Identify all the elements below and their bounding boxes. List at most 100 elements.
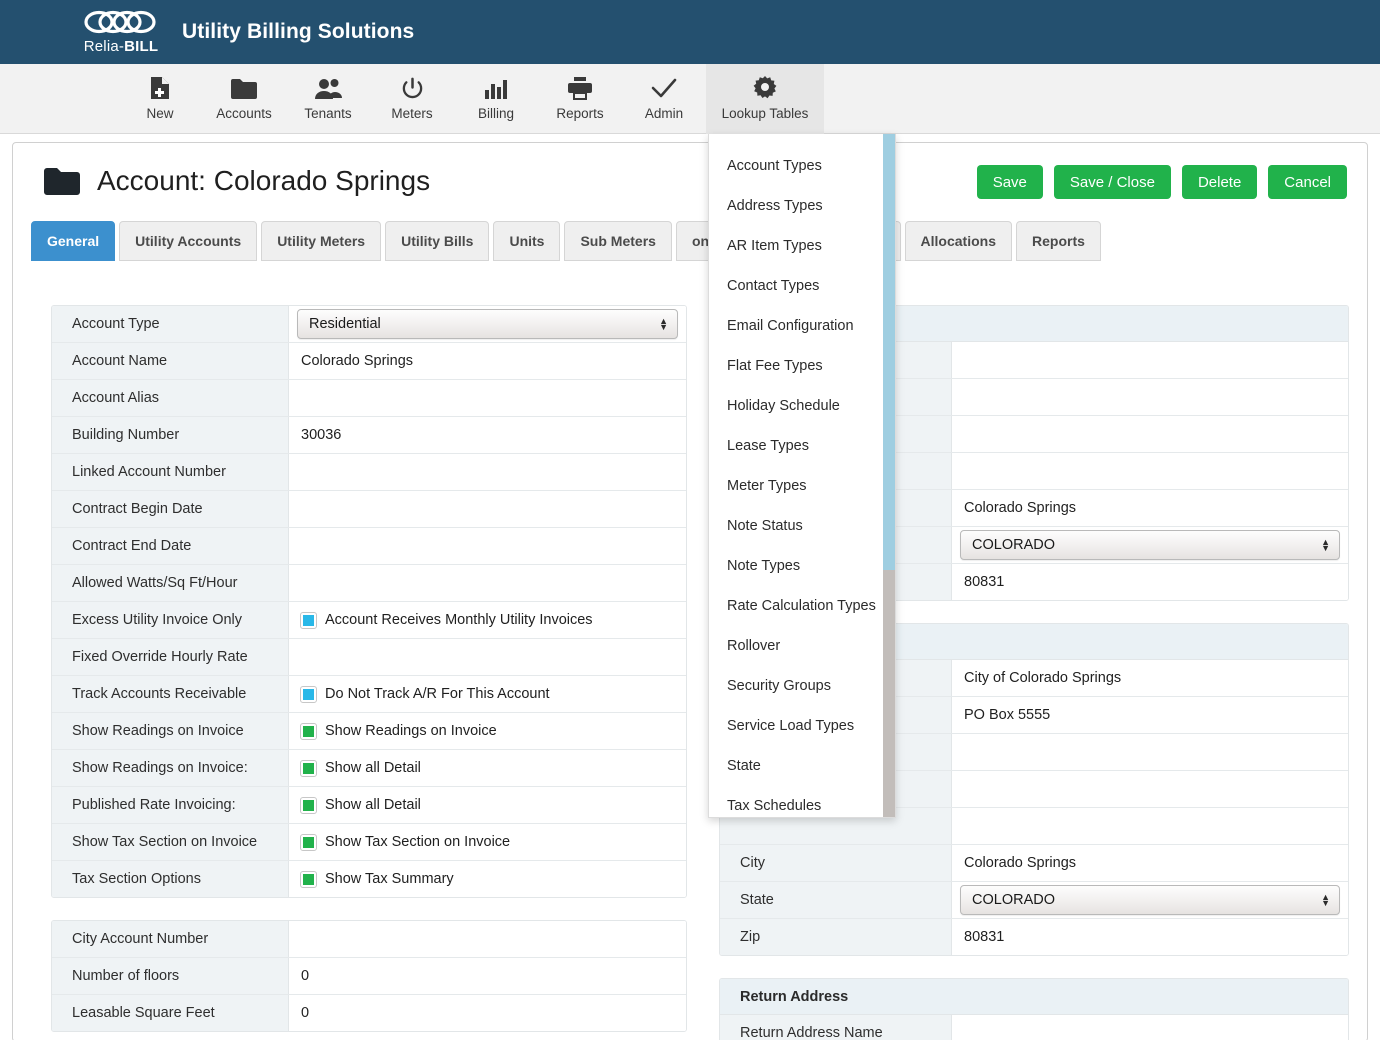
- checkbox-group[interactable]: Show all Detail: [300, 796, 421, 814]
- field-label: Zip: [720, 919, 952, 955]
- form-row: Contract Begin Date: [52, 491, 686, 528]
- field-value-cell: [952, 379, 1348, 415]
- form-row: Allowed Watts/Sq Ft/Hour: [52, 565, 686, 602]
- tab-reports[interactable]: Reports: [1016, 221, 1101, 261]
- checkbox-icon[interactable]: [300, 722, 317, 740]
- menu-item-rollover[interactable]: Rollover: [709, 626, 895, 666]
- checkbox-icon[interactable]: [300, 796, 317, 814]
- save-close-button[interactable]: Save / Close: [1053, 165, 1171, 199]
- tab-allocations[interactable]: Allocations: [904, 221, 1013, 261]
- field-value[interactable]: 0: [301, 1005, 309, 1021]
- field-value[interactable]: Colorado Springs: [301, 353, 413, 369]
- nav-item-new[interactable]: New: [118, 64, 202, 134]
- bar-chart-icon: [485, 76, 507, 100]
- form-row: Return Address Name: [720, 1015, 1348, 1040]
- checkbox-label: Account Receives Monthly Utility Invoice…: [325, 612, 593, 628]
- tab-sub-meters[interactable]: Sub Meters: [564, 221, 672, 261]
- checkbox-icon[interactable]: [300, 833, 317, 851]
- tab-general[interactable]: General: [31, 221, 116, 261]
- delete-button[interactable]: Delete: [1181, 165, 1258, 199]
- field-value-cell: Colorado Springs: [952, 845, 1348, 881]
- menu-item-service-load-types[interactable]: Service Load Types: [709, 706, 895, 746]
- field-value[interactable]: 80831: [964, 929, 1004, 945]
- field-value[interactable]: PO Box 5555: [964, 707, 1050, 723]
- nav-item-admin[interactable]: Admin: [622, 64, 706, 134]
- field-value[interactable]: City of Colorado Springs: [964, 670, 1121, 686]
- dropdown-scrollbar-thumb[interactable]: [883, 134, 895, 570]
- lookup-tables-dropdown[interactable]: Account Types Address Types AR Item Types C…: [708, 134, 896, 818]
- menu-item-security-groups[interactable]: Security Groups: [709, 666, 895, 706]
- checkbox-group[interactable]: Do Not Track A/R For This Account: [300, 685, 550, 703]
- field-value-cell: Residential ▲ ▼: [289, 306, 686, 342]
- account-details-grid: Account Type Residential ▲ ▼ Account Name Col…: [51, 305, 687, 898]
- field-value[interactable]: Colorado Springs: [964, 855, 1076, 871]
- menu-item-rate-calculation-types[interactable]: Rate Calculation Types: [709, 586, 895, 626]
- tab-utility-bills[interactable]: Utility Bills: [385, 221, 490, 261]
- tab-utility-accounts[interactable]: Utility Accounts: [119, 221, 258, 261]
- form-row: Number of floors 0: [52, 958, 686, 995]
- menu-item-address-types[interactable]: Address Types: [709, 186, 895, 226]
- menu-item-holiday-schedule[interactable]: Holiday Schedule: [709, 386, 895, 426]
- checkbox-group[interactable]: Show Tax Summary: [300, 870, 454, 888]
- checkbox-icon[interactable]: [300, 685, 317, 703]
- menu-item-account-types[interactable]: Account Types: [709, 146, 895, 186]
- menu-item-contact-types[interactable]: Contact Types: [709, 266, 895, 306]
- field-value-cell: Colorado Springs: [952, 490, 1348, 526]
- dropdown-scrollbar-track[interactable]: [883, 134, 895, 817]
- form-row: City Account Number: [52, 921, 686, 958]
- field-value-cell: [952, 808, 1348, 844]
- field-value-cell: [952, 771, 1348, 807]
- checkbox-group[interactable]: Show Readings on Invoice: [300, 722, 497, 740]
- menu-item-state[interactable]: State: [709, 746, 895, 786]
- nav-item-meters[interactable]: Meters: [370, 64, 454, 134]
- field-value[interactable]: 0: [301, 968, 309, 984]
- field-value[interactable]: 30036: [301, 427, 341, 443]
- menu-item-note-status[interactable]: Note Status: [709, 506, 895, 546]
- form-row: Show Readings on Invoice Show Readings on…: [52, 713, 686, 750]
- menu-item-flat-fee-types[interactable]: Flat Fee Types: [709, 346, 895, 386]
- field-label: Track Accounts Receivable: [52, 676, 289, 712]
- relia-bill-logo[interactable]: Relia-BILL: [78, 9, 164, 55]
- menu-item-meter-types[interactable]: Meter Types: [709, 466, 895, 506]
- menu-item-note-types[interactable]: Note Types: [709, 546, 895, 586]
- tab-units[interactable]: Units: [493, 221, 561, 261]
- select-control[interactable]: COLORADO ▲ ▼: [960, 885, 1340, 915]
- tab-utility-meters[interactable]: Utility Meters: [261, 221, 382, 261]
- checkbox-icon[interactable]: [300, 870, 317, 888]
- field-label: Allowed Watts/Sq Ft/Hour: [52, 565, 289, 601]
- tab-bar: General Utility Accounts Utility Meters Uti…: [31, 221, 1101, 261]
- nav-item-label: Tenants: [304, 106, 352, 121]
- return-address-grid: Return Address Return Address Name: [719, 978, 1349, 1040]
- field-value-cell: [289, 639, 686, 675]
- menu-item-lease-types[interactable]: Lease Types: [709, 426, 895, 466]
- field-value-cell: [952, 734, 1348, 770]
- field-label: Published Rate Invoicing:: [52, 787, 289, 823]
- nav-item-billing[interactable]: Billing: [454, 64, 538, 134]
- field-value[interactable]: 80831: [964, 574, 1004, 590]
- field-value-cell: Do Not Track A/R For This Account: [289, 676, 686, 712]
- checkbox-label: Show Tax Summary: [325, 871, 454, 887]
- checkbox-icon[interactable]: [300, 611, 317, 629]
- select-control[interactable]: Residential ▲ ▼: [297, 309, 678, 339]
- menu-item-tax-schedules[interactable]: Tax Schedules: [709, 786, 895, 817]
- field-label: Return Address Name: [720, 1015, 952, 1040]
- menu-item-email-configuration[interactable]: Email Configuration: [709, 306, 895, 346]
- field-value[interactable]: Colorado Springs: [964, 500, 1076, 516]
- field-label: Account Name: [52, 343, 289, 379]
- cancel-button[interactable]: Cancel: [1268, 165, 1347, 199]
- checkbox-label: Do Not Track A/R For This Account: [325, 686, 550, 702]
- checkbox-icon[interactable]: [300, 759, 317, 777]
- field-label: Account Alias: [52, 380, 289, 416]
- section-header: Return Address: [720, 979, 1348, 1015]
- save-button[interactable]: Save: [976, 165, 1043, 199]
- nav-item-tenants[interactable]: Tenants: [286, 64, 370, 134]
- nav-item-accounts[interactable]: Accounts: [202, 64, 286, 134]
- select-spinner-icon: ▲ ▼: [1321, 892, 1330, 908]
- nav-item-lookup-tables[interactable]: Lookup Tables: [706, 63, 824, 134]
- select-control[interactable]: COLORADO ▲ ▼: [960, 530, 1340, 560]
- checkbox-group[interactable]: Show all Detail: [300, 759, 421, 777]
- checkbox-group[interactable]: Account Receives Monthly Utility Invoice…: [300, 611, 593, 629]
- nav-item-reports[interactable]: Reports: [538, 64, 622, 134]
- checkbox-group[interactable]: Show Tax Section on Invoice: [300, 833, 510, 851]
- menu-item-ar-item-types[interactable]: AR Item Types: [709, 226, 895, 266]
